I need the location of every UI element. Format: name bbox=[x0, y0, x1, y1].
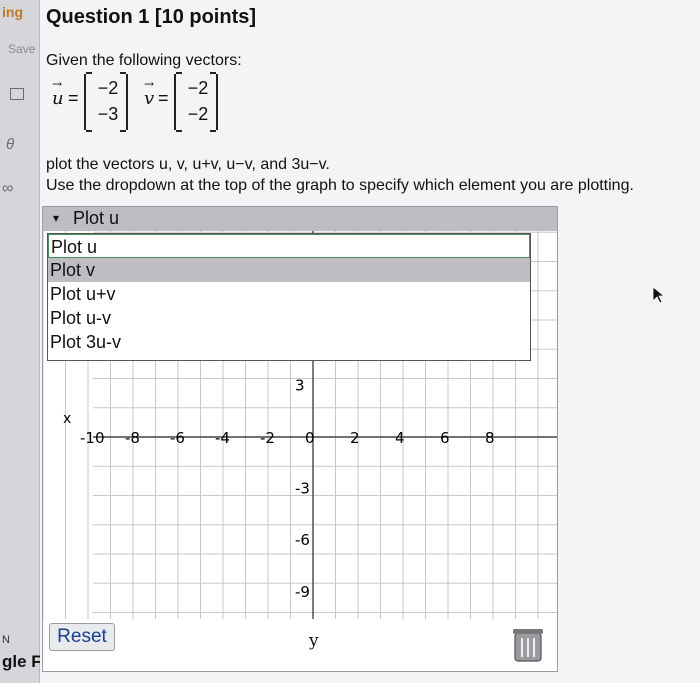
equals-sign: = bbox=[68, 88, 79, 108]
y-tick-label: -3 bbox=[295, 480, 310, 498]
x-tick-label: 2 bbox=[350, 429, 360, 447]
vector-v-matrix: −2 −2 bbox=[174, 72, 218, 132]
x-tick-label: -10 bbox=[80, 429, 105, 447]
sidebar-label-ing: ing bbox=[2, 4, 23, 20]
sidebar-label-n: N bbox=[2, 634, 10, 646]
y-tick-labels: 3 -3 -6 -9 bbox=[295, 376, 310, 600]
x-tick-labels: -10 -8 -6 -4 -2 0 2 4 6 8 bbox=[80, 429, 495, 447]
instruction-dropdown: Use the dropdown at the top of the graph… bbox=[46, 177, 634, 194]
x-tick-label: 8 bbox=[485, 429, 495, 447]
vector-v-name: → v bbox=[144, 77, 155, 109]
sidebar-infinity-icon[interactable]: ∞ bbox=[2, 180, 13, 198]
x-axis-label: x bbox=[63, 411, 71, 427]
x-tick-label: 0 bbox=[305, 429, 315, 447]
given-text: Given the following vectors: bbox=[46, 52, 242, 69]
sidebar-box-icon[interactable] bbox=[10, 88, 24, 100]
v-component-1: −2 bbox=[187, 78, 209, 98]
question-title: Question 1 [10 points] bbox=[46, 6, 257, 28]
x-tick-label: 4 bbox=[395, 429, 405, 447]
graph-area[interactable]: ▾ Plot u Plot u Plot v Plot u+v Plot u-v… bbox=[42, 206, 558, 672]
vector-definitions: → u = −2 −3 → v = −2 −2 bbox=[48, 72, 308, 132]
sidebar-theta-icon[interactable]: θ bbox=[6, 136, 14, 153]
left-sidebar: ing Save θ ∞ N gle F bbox=[0, 0, 42, 683]
equals-sign: = bbox=[158, 88, 169, 108]
sidebar-label-gle: gle F bbox=[2, 652, 42, 671]
dropdown-option-plot-3u-minus-v[interactable]: Plot 3u-v bbox=[48, 330, 530, 354]
vector-arrow-icon: → bbox=[52, 77, 63, 91]
mouse-cursor-icon bbox=[652, 286, 666, 304]
y-tick-label: 3 bbox=[295, 376, 305, 394]
chevron-down-icon: ▾ bbox=[53, 211, 60, 225]
dropdown-option-plot-u-plus-v[interactable]: Plot u+v bbox=[48, 282, 530, 306]
y-axis-label: y bbox=[309, 631, 319, 651]
x-tick-label: -8 bbox=[125, 429, 140, 447]
instruction-plot-vectors: plot the vectors u, v, u+v, u−v, and 3u−… bbox=[46, 156, 330, 173]
u-component-1: −2 bbox=[97, 78, 119, 98]
reset-button[interactable]: Reset bbox=[49, 623, 115, 651]
trash-icon[interactable] bbox=[511, 625, 545, 663]
dropdown-selected-label: Plot u bbox=[73, 208, 120, 228]
y-tick-label: -9 bbox=[295, 583, 310, 601]
y-tick-label: -6 bbox=[295, 531, 310, 549]
vector-arrow-icon: → bbox=[144, 77, 155, 91]
x-tick-label: -2 bbox=[260, 429, 275, 447]
x-tick-label: 6 bbox=[440, 429, 450, 447]
u-component-2: −3 bbox=[97, 104, 119, 124]
x-tick-label: -4 bbox=[215, 429, 230, 447]
dropdown-option-plot-u[interactable]: Plot u bbox=[48, 234, 530, 258]
x-tick-label: -6 bbox=[170, 429, 185, 447]
plot-element-dropdown[interactable]: ▾ Plot u bbox=[43, 207, 557, 231]
sidebar-save-button[interactable]: Save bbox=[8, 42, 35, 56]
question-panel: Question 1 [10 points] Given the followi… bbox=[40, 0, 700, 683]
v-component-2: −2 bbox=[187, 104, 209, 124]
dropdown-option-plot-v[interactable]: Plot v bbox=[48, 258, 530, 282]
dropdown-menu: Plot u Plot v Plot u+v Plot u-v Plot 3u-… bbox=[47, 233, 531, 361]
vector-u-name: → u bbox=[52, 77, 64, 109]
vector-u-matrix: −2 −3 bbox=[84, 72, 128, 132]
dropdown-option-plot-u-minus-v[interactable]: Plot u-v bbox=[48, 306, 530, 330]
